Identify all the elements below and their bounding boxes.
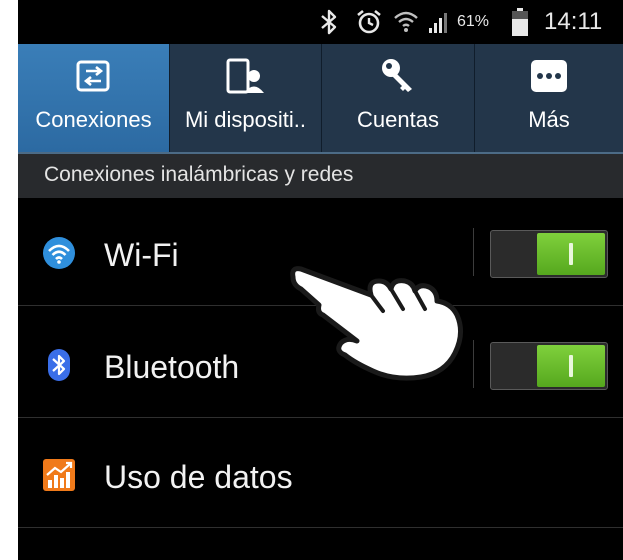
settings-tabs: Conexiones Mi dispositi.. Cuentas Más	[18, 44, 623, 152]
wifi-label: Wi-Fi	[104, 237, 179, 273]
list-item-uso-de-datos[interactable]: Uso de datos	[18, 420, 623, 528]
section-header: Conexiones inalámbricas y redes	[18, 152, 623, 198]
signal-icon	[426, 0, 454, 44]
phone-screen: 61% 14:11 Conexiones Mi dispositi.. Cuen…	[18, 0, 623, 560]
key-icon	[378, 44, 418, 108]
battery-icon	[510, 0, 530, 44]
wifi-status-icon	[392, 0, 420, 44]
divider	[473, 228, 474, 276]
status-bar: 61% 14:11	[18, 0, 623, 44]
bluetooth-icon	[42, 348, 76, 382]
toggle-knob	[537, 345, 605, 387]
tab-label: Conexiones	[35, 107, 152, 132]
tab-label: Mi dispositi..	[184, 107, 307, 132]
tab-mi-dispositivo[interactable]: Mi dispositi..	[170, 44, 322, 152]
battery-percent: 61%	[457, 13, 490, 30]
pointing-hand-icon	[283, 255, 473, 390]
alarm-icon	[355, 0, 383, 44]
tab-label: Más	[528, 107, 570, 132]
toggle-knob	[537, 233, 605, 275]
uso-de-datos-label: Uso de datos	[104, 459, 293, 495]
data-usage-icon	[42, 458, 76, 492]
connections-icon	[74, 44, 114, 108]
divider	[473, 340, 474, 388]
tab-label: Cuentas	[357, 107, 439, 132]
tab-conexiones[interactable]: Conexiones	[18, 44, 170, 152]
bluetooth-label: Bluetooth	[104, 349, 240, 385]
bluetooth-toggle[interactable]	[490, 342, 608, 390]
wifi-toggle[interactable]	[490, 230, 608, 278]
more-icon	[529, 44, 569, 108]
section-title: Conexiones inalámbricas y redes	[44, 163, 354, 186]
clock: 14:11	[544, 8, 603, 35]
tab-mas[interactable]: Más	[475, 44, 623, 152]
device-icon	[224, 44, 268, 108]
tab-cuentas[interactable]: Cuentas	[322, 44, 475, 152]
wifi-icon	[42, 236, 76, 270]
bluetooth-icon	[318, 0, 340, 44]
